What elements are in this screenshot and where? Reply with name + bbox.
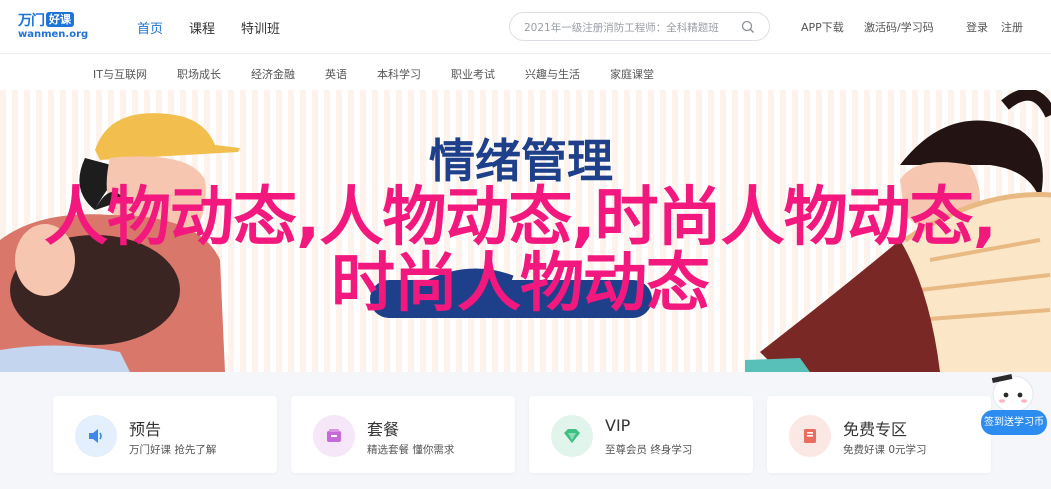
package-icon [313,415,355,457]
app-download-link[interactable]: APP下载 [801,19,844,35]
category-bar: IT与互联网 职场成长 经济金融 英语 本科学习 职业考试 兴趣与生活 家庭课堂 [0,55,1051,90]
check-in-button[interactable]: 签到送学习币 [981,410,1047,435]
register-link[interactable]: 注册 [1001,19,1023,35]
main-nav: 首页 课程 特训班 [137,18,280,37]
book-icon [789,415,831,457]
diamond-icon [551,415,593,457]
feature-subtitle: 精选套餐 懂你需求 [367,444,455,456]
nav-training[interactable]: 特训班 [241,18,280,37]
login-link[interactable]: 登录 [966,19,988,35]
nav-home[interactable]: 首页 [137,18,163,37]
feature-title: 预告 [129,420,162,439]
feature-title: 免费专区 [843,420,908,439]
category-hobbies[interactable]: 兴趣与生活 [525,66,580,82]
feature-section: 预告 万门好课 抢先了解 套餐 精选套餐 懂你需求 VIP 至尊会员 终身学习 [0,372,1051,489]
category-exams[interactable]: 职业考试 [451,66,495,82]
feature-title: 套餐 [367,420,400,439]
feature-card-preview[interactable]: 预告 万门好课 抢先了解 [53,396,277,473]
category-english[interactable]: 英语 [325,66,347,82]
feature-card-vip[interactable]: VIP 至尊会员 终身学习 [529,396,753,473]
logo-domain: wanmen.org [18,29,89,40]
feature-title: VIP [605,416,631,435]
speaker-icon [75,415,117,457]
category-family[interactable]: 家庭课堂 [610,66,654,82]
top-header: 万门 好课 wanmen.org 首页 课程 特训班 2021年一级注册消防工程… [0,0,1051,54]
banner-overlay-text: 人物动态,人物动态,时尚人物动态,时尚人物动态 [44,181,997,321]
category-it[interactable]: IT与互联网 [93,66,147,82]
feature-card-package[interactable]: 套餐 精选套餐 懂你需求 [291,396,515,473]
category-finance[interactable]: 经济金融 [251,66,295,82]
feature-subtitle: 万门好课 抢先了解 [129,444,217,456]
feature-subtitle: 至尊会员 终身学习 [605,444,693,456]
hero-banner[interactable]: 情绪管理 人物动态,人物动态,时尚人物动态,时尚人物动态 [0,90,1051,372]
nav-courses[interactable]: 课程 [189,18,215,37]
site-logo[interactable]: 万门 好课 wanmen.org [18,11,88,41]
logo-text: 万门 [18,12,45,29]
activation-code-link[interactable]: 激活码/学习码 [864,19,934,35]
search-input[interactable]: 2021年一级注册消防工程师：全科精题班 [509,12,770,41]
search-placeholder: 2021年一级注册消防工程师：全科精题班 [524,22,719,34]
feature-subtitle: 免费好课 0元学习 [843,444,927,456]
banner-title: 情绪管理 [429,134,613,188]
logo-badge: 好课 [46,12,74,27]
category-undergrad[interactable]: 本科学习 [377,66,421,82]
feature-card-free[interactable]: 免费专区 免费好课 0元学习 [767,396,991,473]
category-career[interactable]: 职场成长 [177,66,221,82]
search-icon[interactable] [741,20,755,34]
